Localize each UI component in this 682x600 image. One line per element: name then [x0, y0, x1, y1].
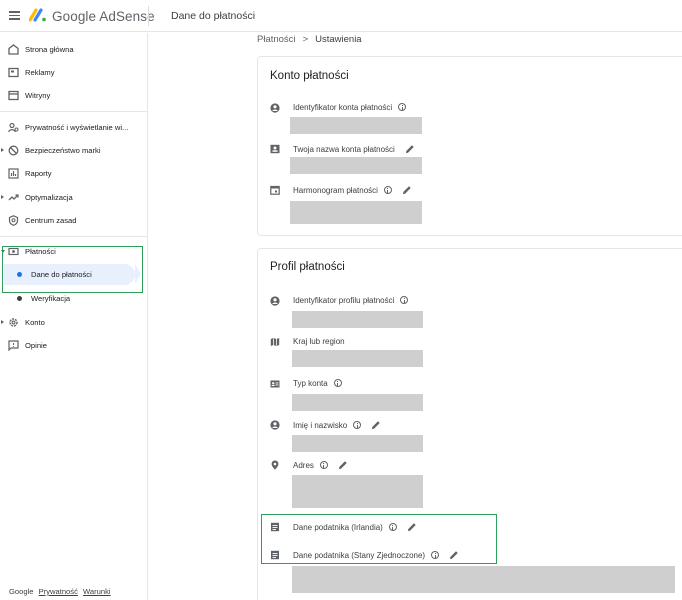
info-icon[interactable] — [333, 379, 342, 387]
sidebar-item-account[interactable]: Konto — [0, 312, 148, 332]
top-app-bar: Google AdSense Dane do płatności — [0, 0, 682, 32]
sidebar-divider — [0, 236, 148, 237]
sidebar-item-label: Witryny — [25, 90, 51, 100]
terms-link[interactable]: Warunki — [83, 587, 111, 596]
expand-caret-icon[interactable] — [1, 320, 4, 324]
edit-pencil-icon[interactable] — [405, 144, 415, 154]
block-icon — [8, 145, 19, 155]
sidebar-item-reports[interactable]: Raporty — [0, 163, 148, 183]
dot-icon — [17, 296, 22, 301]
sidebar-item-ads[interactable]: Reklamy — [0, 62, 148, 82]
sidebar-item-label: Bezpieczeństwo marki — [25, 145, 101, 155]
redacted-value — [292, 435, 423, 452]
sidebar-item-privacy[interactable]: Prywatność i wyświetlanie wi... — [0, 117, 148, 137]
trending-icon — [8, 193, 19, 200]
field-label: Kraj lub region — [293, 337, 345, 346]
edit-pencil-icon[interactable] — [371, 420, 381, 430]
card-title: Konto płatności — [270, 70, 349, 82]
sidebar-item-policy-center[interactable]: Centrum zasad — [0, 210, 148, 230]
sites-icon — [8, 90, 19, 100]
sidebar-item-label: Opinie — [25, 340, 47, 350]
sidebar-item-label: Konto — [25, 317, 45, 327]
edit-pencil-icon[interactable] — [402, 185, 412, 195]
field-label: Imię i nazwisko — [293, 421, 348, 430]
policy-shield-icon — [8, 214, 19, 226]
redacted-value — [290, 157, 422, 174]
breadcrumb: Płatności > Ustawienia — [257, 34, 362, 45]
redacted-value — [292, 566, 675, 593]
id-card-icon — [270, 380, 280, 388]
page-title: Dane do płatności — [171, 10, 256, 22]
payment-account-card: Konto płatności Identyfikator konta płat… — [257, 56, 682, 236]
badge-icon — [270, 144, 280, 154]
calendar-icon — [270, 185, 280, 195]
sidebar-divider — [0, 111, 148, 112]
home-icon — [8, 43, 19, 55]
gear-icon — [9, 317, 18, 327]
sidebar-item-label: Centrum zasad — [25, 215, 77, 225]
map-icon — [270, 338, 280, 346]
redacted-value — [292, 350, 423, 367]
info-icon[interactable] — [398, 103, 407, 111]
breadcrumb-separator: > — [302, 34, 309, 45]
field-label: Identyfikator profilu płatności — [293, 296, 395, 305]
redacted-value — [292, 394, 423, 411]
expand-caret-icon[interactable] — [1, 195, 4, 199]
redacted-value — [292, 311, 423, 328]
redacted-value — [292, 475, 423, 508]
info-icon[interactable] — [383, 186, 392, 194]
hamburger-menu-icon[interactable] — [9, 11, 20, 20]
field-label: Twoja nazwa konta płatności — [293, 145, 395, 154]
sidebar-item-label: Strona główna — [25, 44, 74, 54]
ads-icon — [8, 67, 19, 77]
edit-pencil-icon[interactable] — [338, 460, 348, 470]
field-label: Identyfikator konta płatności — [293, 103, 393, 112]
info-icon[interactable] — [400, 296, 409, 304]
highlight-frame — [261, 514, 497, 564]
sidebar-subitem-verification[interactable]: Weryfikacja — [31, 294, 70, 303]
adsense-logo-icon — [29, 8, 46, 22]
expand-caret-icon[interactable] — [1, 148, 4, 152]
field-label: Harmonogram płatności — [293, 186, 378, 195]
reports-icon — [8, 167, 19, 179]
brand-name[interactable]: Google AdSense — [52, 9, 155, 24]
breadcrumb-parent[interactable]: Płatności — [257, 34, 296, 45]
redacted-value — [290, 117, 422, 134]
redacted-value — [290, 201, 422, 224]
field-label: Adres — [293, 461, 314, 470]
info-icon[interactable] — [319, 461, 328, 469]
sidebar-item-label: Optymalizacja — [25, 192, 73, 202]
privacy-link[interactable]: Prywatność — [39, 587, 78, 596]
sidebar-item-home[interactable]: Strona główna — [0, 39, 148, 59]
sidebar-item-brand-safety[interactable]: Bezpieczeństwo marki — [0, 140, 148, 160]
info-icon[interactable] — [353, 421, 362, 429]
sidebar-item-label: Reklamy — [25, 67, 55, 77]
sidebar-item-sites[interactable]: Witryny — [0, 85, 148, 105]
sidebar-item-optimization[interactable]: Optymalizacja — [0, 187, 148, 207]
highlight-frame — [2, 246, 143, 293]
sidebar-footer: Google Prywatność Warunki — [9, 587, 111, 596]
sidebar-item-feedback[interactable]: Opinie — [0, 335, 148, 355]
privacy-icon — [8, 122, 19, 132]
footer-google: Google — [9, 587, 34, 596]
feedback-icon — [8, 339, 19, 351]
sidebar: Strona główna Reklamy Witryny Prywatność… — [0, 33, 148, 600]
sidebar-item-label: Prywatność i wyświetlanie wi... — [25, 122, 129, 132]
card-title: Profil płatności — [270, 261, 345, 273]
account-circle-icon — [270, 420, 280, 430]
breadcrumb-current: Ustawienia — [315, 34, 362, 45]
top-divider — [148, 6, 149, 26]
account-circle-icon — [270, 296, 280, 306]
sidebar-item-label: Raporty — [25, 168, 52, 178]
account-circle-icon — [270, 103, 280, 113]
field-label: Typ konta — [293, 379, 328, 388]
location-pin-icon — [271, 460, 279, 470]
